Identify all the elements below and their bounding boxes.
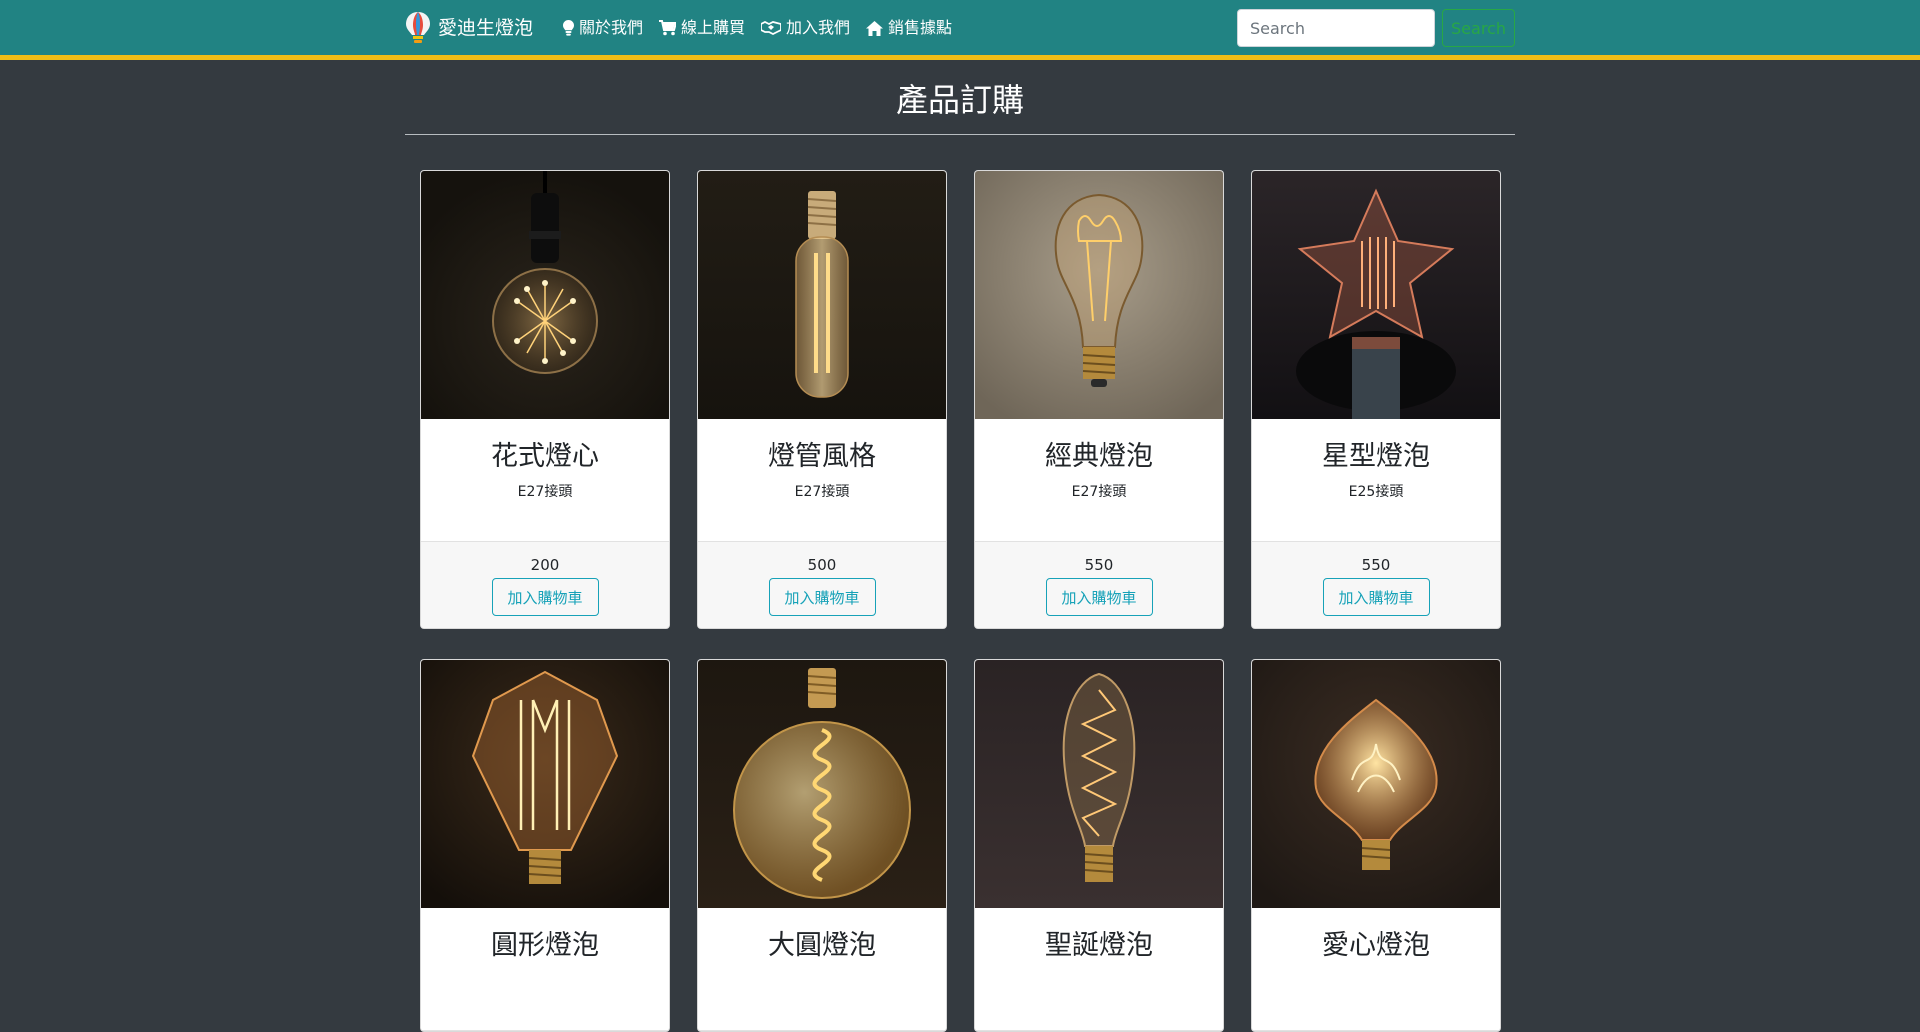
- card-body: 愛心燈泡: [1252, 908, 1500, 1031]
- card-body: 星型燈泡 E25接頭: [1252, 419, 1500, 542]
- shopping-cart-icon: [659, 20, 677, 36]
- product-card: 星型燈泡 E25接頭 550 加入購物車: [1251, 170, 1501, 629]
- card-body: 燈管風格 E27接頭: [698, 419, 946, 542]
- heart-bulb-icon: [1252, 660, 1500, 908]
- product-socket: E27接頭: [794, 484, 850, 500]
- nav-label-stores: 銷售據點: [888, 18, 953, 37]
- product-price: 200: [530, 556, 560, 574]
- card-footer: 550 加入購物車: [1252, 542, 1500, 628]
- big-globe-bulb-icon: [698, 660, 946, 908]
- product-price: 500: [807, 556, 837, 574]
- navbar-container: 愛迪生燈泡 關於我們 線上購買 加入我們 銷售據點 Search Search: [405, 0, 1515, 55]
- product-name: 圓形燈泡: [491, 930, 599, 961]
- product-card: 圓形燈泡: [420, 659, 670, 1032]
- search-input[interactable]: [1237, 9, 1435, 47]
- home-icon: [866, 20, 884, 36]
- card-body: 經典燈泡 E27接頭: [975, 419, 1223, 542]
- product-card: 經典燈泡 E27接頭 550 加入購物車: [974, 170, 1224, 629]
- product-name: 燈管風格: [768, 441, 876, 472]
- title-divider: [405, 134, 1515, 135]
- add-to-cart-button[interactable]: 加入購物車: [491, 578, 599, 616]
- nav-link-shop[interactable]: 線上購買: [659, 14, 745, 42]
- lightbulb-icon: [563, 20, 574, 36]
- handshake-icon: [761, 21, 782, 35]
- add-to-cart-button[interactable]: 加入購物車: [1045, 578, 1153, 616]
- card-body: 花式燈心 E27接頭: [421, 419, 669, 542]
- nav-label-shop: 線上購買: [681, 18, 746, 37]
- product-name: 星型燈泡: [1322, 441, 1430, 472]
- product-price: 550: [1084, 556, 1114, 574]
- product-name: 大圓燈泡: [768, 930, 876, 961]
- nav-label-join: 加入我們: [786, 18, 851, 37]
- product-name: 花式燈心: [491, 441, 599, 472]
- card-body: 大圓燈泡: [698, 908, 946, 1031]
- classic-bulb-icon: [975, 171, 1223, 419]
- product-card: 花式燈心 E27接頭 200 加入購物車: [420, 170, 670, 629]
- search-button[interactable]: Search: [1442, 9, 1515, 47]
- star-bulb-icon: [1252, 171, 1500, 419]
- product-card: 愛心燈泡: [1251, 659, 1501, 1032]
- nav-link-stores[interactable]: 銷售據點: [866, 14, 952, 42]
- diamond-bulb-icon: [421, 660, 669, 908]
- product-socket: E27接頭: [1071, 484, 1127, 500]
- nav-links: 關於我們 線上購買 加入我們 銷售據點: [563, 14, 968, 42]
- card-footer: 550 加入購物車: [975, 542, 1223, 628]
- product-card: 聖誕燈泡: [974, 659, 1224, 1032]
- nav-link-about[interactable]: 關於我們: [563, 14, 643, 42]
- product-name: 經典燈泡: [1045, 441, 1153, 472]
- add-to-cart-button[interactable]: 加入購物車: [1322, 578, 1430, 616]
- christmas-bulb-icon: [975, 660, 1223, 908]
- brand[interactable]: 愛迪生燈泡: [405, 10, 533, 46]
- card-footer: 500 加入購物車: [698, 542, 946, 628]
- product-card: 大圓燈泡: [697, 659, 947, 1032]
- starburst-globe-bulb-icon: [421, 171, 669, 419]
- product-card: 燈管風格 E27接頭 500 加入購物車: [697, 170, 947, 629]
- product-name: 聖誕燈泡: [1045, 930, 1153, 961]
- product-socket: E25接頭: [1348, 484, 1404, 500]
- brand-name: 愛迪生燈泡: [438, 17, 534, 39]
- card-footer: 200 加入購物車: [421, 542, 669, 628]
- product-socket: E27接頭: [517, 484, 573, 500]
- product-price: 550: [1361, 556, 1391, 574]
- card-body: 聖誕燈泡: [975, 908, 1223, 1031]
- navbar: 愛迪生燈泡 關於我們 線上購買 加入我們 銷售據點 Search Search: [0, 0, 1920, 60]
- nav-label-about: 關於我們: [579, 18, 644, 37]
- card-body: 圓形燈泡: [421, 908, 669, 1031]
- add-to-cart-button[interactable]: 加入購物車: [768, 578, 876, 616]
- tube-bulb-icon: [698, 171, 946, 419]
- bulb-logo-icon: [406, 12, 430, 43]
- nav-link-join[interactable]: 加入我們: [761, 14, 850, 42]
- product-name: 愛心燈泡: [1322, 930, 1430, 961]
- page-title: 產品訂購: [895, 81, 1024, 119]
